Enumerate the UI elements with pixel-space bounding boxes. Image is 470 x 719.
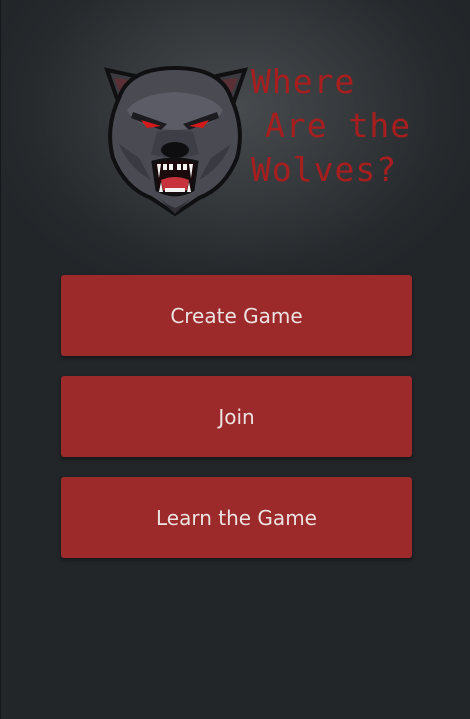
game-title-line-2: Are the bbox=[265, 106, 412, 145]
game-title-line-3: Wolves? bbox=[251, 150, 398, 189]
create-game-button[interactable]: Create Game bbox=[61, 275, 412, 356]
wolf-head-icon bbox=[103, 65, 249, 217]
game-title: Where Are the Wolves? bbox=[251, 60, 412, 210]
main-menu: Create Game Join Learn the Game bbox=[61, 275, 412, 578]
game-logo: Where Are the Wolves? bbox=[99, 58, 412, 218]
main-menu-screen: Where Are the Wolves? Create Game Join L… bbox=[0, 0, 470, 719]
game-title-line-1: Where bbox=[251, 62, 356, 101]
join-button[interactable]: Join bbox=[61, 376, 412, 457]
learn-the-game-button[interactable]: Learn the Game bbox=[61, 477, 412, 558]
